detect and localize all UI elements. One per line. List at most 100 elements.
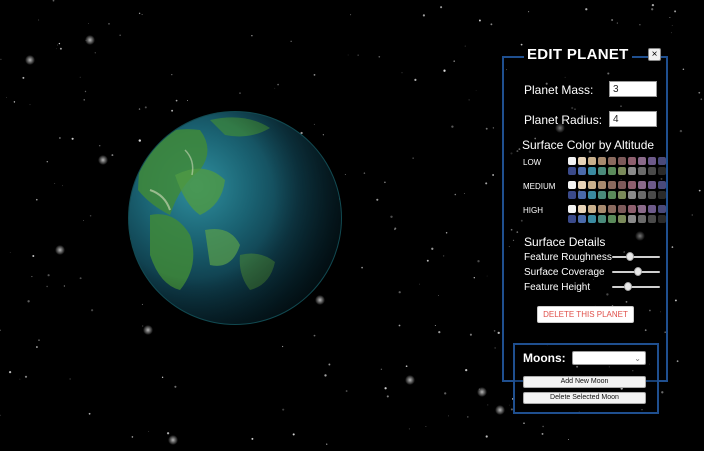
- color-swatch[interactable]: [638, 205, 646, 213]
- color-swatch[interactable]: [598, 167, 606, 175]
- slider-track[interactable]: [612, 286, 660, 288]
- color-swatch[interactable]: [608, 205, 616, 213]
- star: [478, 19, 481, 22]
- color-swatch[interactable]: [648, 205, 656, 213]
- star: [344, 174, 346, 176]
- star: [497, 331, 500, 335]
- star: [682, 68, 685, 70]
- planet-radius-label: Planet Radius:: [524, 113, 603, 127]
- star: [88, 412, 91, 415]
- star: [350, 14, 352, 16]
- color-swatch[interactable]: [578, 181, 586, 189]
- color-swatch[interactable]: [658, 167, 666, 175]
- add-moon-button[interactable]: Add New Moon: [523, 376, 646, 388]
- star: [345, 390, 348, 392]
- color-swatch[interactable]: [608, 181, 616, 189]
- star: [401, 72, 403, 74]
- color-swatch[interactable]: [648, 167, 656, 175]
- star: [8, 370, 12, 374]
- color-swatch[interactable]: [588, 191, 596, 199]
- color-swatch[interactable]: [598, 191, 606, 199]
- star: [469, 333, 472, 336]
- color-swatch[interactable]: [578, 205, 586, 213]
- feature-height-slider[interactable]: [612, 282, 660, 292]
- color-swatch[interactable]: [658, 205, 666, 213]
- close-button[interactable]: ×: [648, 48, 661, 61]
- delete-moon-button[interactable]: Delete Selected Moon: [523, 392, 646, 404]
- surface-coverage-slider[interactable]: [612, 267, 660, 277]
- star: [84, 90, 87, 93]
- color-swatch[interactable]: [598, 181, 606, 189]
- color-swatch[interactable]: [578, 215, 586, 223]
- star: [54, 183, 56, 184]
- color-swatch[interactable]: [618, 167, 626, 175]
- color-swatch[interactable]: [628, 181, 636, 189]
- color-swatch[interactable]: [638, 215, 646, 223]
- color-swatch[interactable]: [628, 167, 636, 175]
- color-swatch[interactable]: [638, 191, 646, 199]
- slider-thumb[interactable]: [624, 282, 632, 291]
- color-swatch[interactable]: [628, 205, 636, 213]
- color-swatch[interactable]: [658, 191, 666, 199]
- color-swatch[interactable]: [568, 215, 576, 223]
- color-swatch[interactable]: [618, 157, 626, 165]
- star: [141, 14, 143, 16]
- color-swatch[interactable]: [638, 167, 646, 175]
- color-swatch[interactable]: [578, 157, 586, 165]
- color-swatch[interactable]: [568, 167, 576, 175]
- color-swatch[interactable]: [578, 167, 586, 175]
- color-swatch[interactable]: [628, 157, 636, 165]
- color-swatch[interactable]: [658, 157, 666, 165]
- color-swatch[interactable]: [588, 167, 596, 175]
- color-swatch[interactable]: [568, 181, 576, 189]
- color-swatch[interactable]: [658, 181, 666, 189]
- color-swatch[interactable]: [588, 205, 596, 213]
- slider-thumb[interactable]: [634, 267, 642, 276]
- color-swatch[interactable]: [628, 215, 636, 223]
- color-swatch[interactable]: [588, 181, 596, 189]
- color-swatch[interactable]: [648, 215, 656, 223]
- color-swatch[interactable]: [568, 157, 576, 165]
- color-swatch[interactable]: [568, 191, 576, 199]
- color-swatch[interactable]: [608, 167, 616, 175]
- slider-track[interactable]: [612, 256, 660, 258]
- color-swatch[interactable]: [618, 205, 626, 213]
- color-swatch[interactable]: [608, 191, 616, 199]
- color-swatch[interactable]: [618, 181, 626, 189]
- planet-radius-input[interactable]: [609, 111, 657, 127]
- color-swatch[interactable]: [598, 157, 606, 165]
- color-swatch[interactable]: [568, 205, 576, 213]
- color-swatch[interactable]: [588, 157, 596, 165]
- color-swatch[interactable]: [648, 191, 656, 199]
- color-swatch[interactable]: [648, 157, 656, 165]
- planet[interactable]: [128, 111, 342, 325]
- star: [94, 52, 96, 54]
- color-swatch[interactable]: [608, 215, 616, 223]
- color-swatch[interactable]: [628, 191, 636, 199]
- color-swatches-medium[interactable]: [568, 181, 666, 199]
- color-swatch[interactable]: [618, 215, 626, 223]
- star: [378, 55, 381, 58]
- color-swatch[interactable]: [648, 181, 656, 189]
- color-swatch[interactable]: [638, 157, 646, 165]
- color-swatch[interactable]: [578, 191, 586, 199]
- color-swatches-low[interactable]: [568, 157, 666, 175]
- color-swatch[interactable]: [608, 157, 616, 165]
- slider-thumb[interactable]: [626, 252, 634, 261]
- star: [62, 185, 63, 187]
- moons-select[interactable]: ⌄: [572, 351, 646, 365]
- color-swatch[interactable]: [588, 215, 596, 223]
- color-swatch[interactable]: [638, 181, 646, 189]
- star: [486, 275, 488, 277]
- feature-roughness-slider[interactable]: [612, 252, 660, 262]
- delete-planet-button[interactable]: DELETE THIS PLANET: [537, 306, 634, 323]
- color-swatch[interactable]: [658, 215, 666, 223]
- panel-title: EDIT PLANET: [524, 46, 632, 63]
- star: [398, 291, 401, 294]
- planet-mass-input[interactable]: [609, 81, 657, 97]
- star: [322, 134, 324, 136]
- color-swatch[interactable]: [598, 215, 606, 223]
- color-swatches-high[interactable]: [568, 205, 666, 223]
- color-swatch[interactable]: [598, 205, 606, 213]
- color-swatch[interactable]: [618, 191, 626, 199]
